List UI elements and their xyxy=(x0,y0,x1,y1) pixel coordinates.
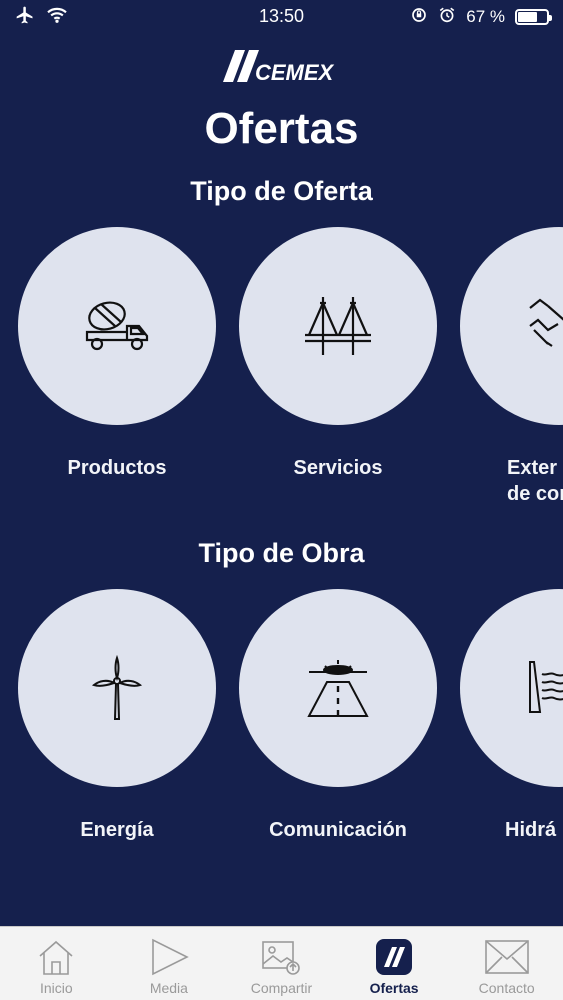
tab-label: Media xyxy=(149,980,188,996)
tab-compartir[interactable]: Compartir xyxy=(225,927,338,1000)
work-type-row[interactable]: Energía Comunicación Hidrá xyxy=(0,589,563,889)
battery-icon xyxy=(515,9,552,25)
logo-text: CEMEX xyxy=(255,60,335,84)
tile-label: Productos xyxy=(67,457,167,479)
tile-circle[interactable] xyxy=(460,227,563,425)
tile-energia[interactable]: Energía xyxy=(18,589,216,843)
section-title-offer-type: Tipo de Oferta xyxy=(190,176,373,206)
status-time: 13:50 xyxy=(258,6,305,26)
mail-icon xyxy=(484,934,530,980)
tile-label: Energía xyxy=(80,819,154,841)
dam-icon xyxy=(529,661,563,713)
home-icon xyxy=(36,934,76,980)
tab-inicio[interactable]: Inicio xyxy=(0,927,113,1000)
tile-circle[interactable] xyxy=(18,589,216,787)
tab-bar: Inicio Media Compartir Ofertas Contacto xyxy=(0,926,563,1000)
tile-externos[interactable]: Exter de con xyxy=(460,227,563,507)
battery-level xyxy=(518,12,537,22)
offer-type-row[interactable]: Productos Servicios Exter de con xyxy=(0,227,563,527)
tile-circle[interactable] xyxy=(239,589,437,787)
tile-label: Hidrá xyxy=(505,819,557,841)
tab-label: Ofertas xyxy=(369,980,419,996)
status-bar: 13:50 67 % xyxy=(0,0,563,34)
cemex-offers-icon xyxy=(374,934,414,980)
share-image-icon xyxy=(260,934,302,980)
tab-label: Inicio xyxy=(39,980,73,996)
tile-label: Comunicación xyxy=(269,819,407,841)
tile-label: Servicios xyxy=(293,457,383,479)
handshake-icon xyxy=(529,298,563,347)
tab-contacto[interactable]: Contacto xyxy=(450,927,563,1000)
tab-label: Contacto xyxy=(478,980,535,996)
wind-turbine-icon xyxy=(91,655,143,720)
tile-hidraulica[interactable]: Hidrá xyxy=(460,589,563,843)
tile-circle[interactable] xyxy=(460,589,563,787)
tile-comunicacion[interactable]: Comunicación xyxy=(239,589,437,843)
tile-productos[interactable]: Productos xyxy=(18,227,216,481)
tab-label: Compartir xyxy=(250,980,313,996)
bridge-icon xyxy=(305,297,371,355)
tile-servicios[interactable]: Servicios xyxy=(239,227,437,481)
airport-runway-icon xyxy=(307,660,369,717)
tile-label: Exter de con xyxy=(507,457,563,505)
tab-media[interactable]: Media xyxy=(113,927,226,1000)
mixer-truck-icon xyxy=(85,301,149,351)
section-title-work-type: Tipo de Obra xyxy=(198,538,365,568)
tab-ofertas[interactable]: Ofertas xyxy=(338,927,451,1000)
tile-circle[interactable] xyxy=(18,227,216,425)
play-icon xyxy=(149,934,189,980)
tile-circle[interactable] xyxy=(239,227,437,425)
cemex-logo: CEMEX xyxy=(0,44,563,84)
page-title: Ofertas xyxy=(204,104,359,153)
